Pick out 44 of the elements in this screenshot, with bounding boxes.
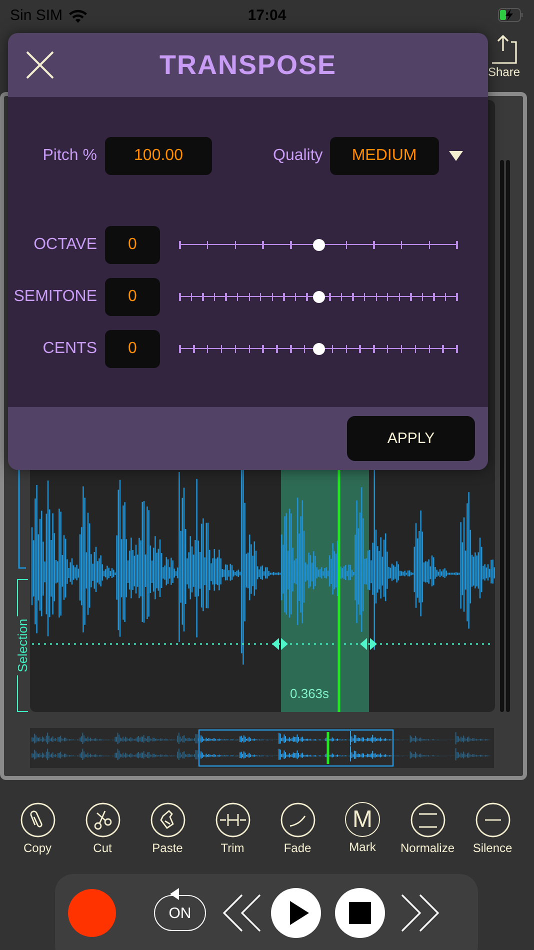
value-field[interactable]: 0: [105, 278, 160, 316]
selection-handle[interactable]: [272, 638, 288, 650]
selection-duration: 0.363s: [290, 686, 330, 701]
tool-button[interactable]: M Mark: [330, 802, 395, 862]
value-field[interactable]: 0: [105, 226, 160, 264]
normalize-icon: [410, 802, 446, 838]
selection-bracket: Selection: [17, 579, 28, 712]
tool-button[interactable]: Trim: [200, 802, 265, 862]
record-button[interactable]: [68, 889, 116, 937]
copy-icon: [20, 802, 56, 838]
overview-drawing[interactable]: [30, 728, 494, 768]
tool-button[interactable]: Copy: [5, 802, 70, 862]
play-button[interactable]: [270, 887, 322, 939]
slider-label: SEMITONE: [12, 288, 97, 306]
trim-icon: [214, 802, 250, 838]
apply-button[interactable]: APPLY: [347, 416, 475, 461]
paste-icon: [150, 802, 186, 838]
slider-thumb[interactable]: [312, 291, 324, 303]
share-button[interactable]: Share: [488, 30, 520, 92]
cut-icon: [84, 802, 120, 838]
tool-button[interactable]: Paste: [135, 802, 200, 862]
silence-icon: [474, 802, 510, 838]
slider-label: CENTS: [42, 340, 97, 358]
close-icon[interactable]: [26, 51, 54, 79]
fade-icon: [280, 802, 316, 838]
stop-button[interactable]: [334, 887, 386, 939]
wifi-icon: [68, 8, 88, 22]
tool-button[interactable]: Fade: [265, 802, 330, 862]
slider-label: OCTAVE: [32, 236, 97, 254]
battery-icon: [498, 8, 524, 22]
quality-dropdown[interactable]: MEDIUM: [330, 136, 439, 174]
slider-thumb[interactable]: [312, 343, 324, 355]
dialog-title: TRANSPOSE: [159, 50, 337, 80]
quality-label: Quality: [273, 146, 323, 164]
pitch-label: Pitch %: [42, 146, 97, 164]
tool-button[interactable]: Cut: [70, 802, 135, 862]
pitch-field[interactable]: 100.00: [105, 136, 212, 174]
value-field[interactable]: 0: [105, 330, 160, 368]
tool-button[interactable]: Normalize: [395, 802, 460, 862]
loop-arrow-icon: [168, 887, 182, 901]
dropdown-arrow-icon[interactable]: [448, 150, 463, 160]
tool-button[interactable]: Silence: [460, 802, 525, 862]
selection-handle[interactable]: [360, 638, 377, 650]
slider-thumb[interactable]: [312, 239, 324, 251]
